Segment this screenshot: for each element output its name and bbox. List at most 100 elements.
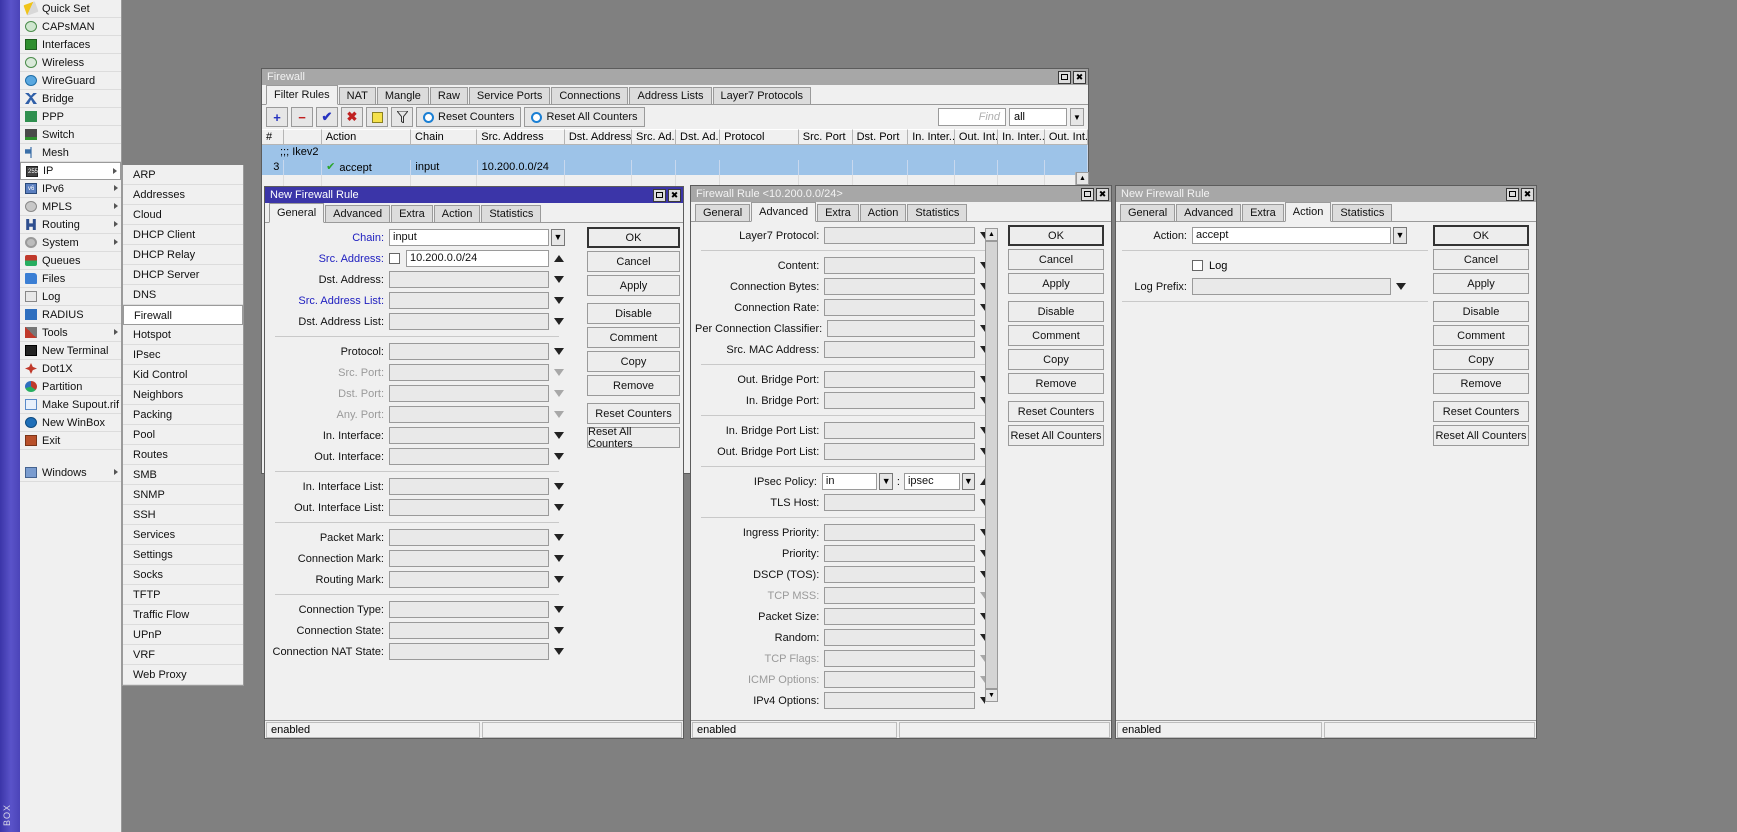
submenu-item-snmp[interactable]: SNMP: [123, 485, 243, 505]
submenu-item-socks[interactable]: Socks: [123, 565, 243, 585]
dialog2-tab-action[interactable]: Action: [859, 204, 907, 221]
field-input-connection-type[interactable]: [389, 601, 549, 618]
submenu-item-dns[interactable]: DNS: [123, 285, 243, 305]
column-header[interactable]: Protocol: [720, 129, 799, 145]
dialog3-disable-button[interactable]: Disable: [1433, 301, 1529, 322]
field-input-connection-bytes[interactable]: [824, 278, 975, 295]
dialog1-tab-extra[interactable]: Extra: [391, 205, 433, 222]
dialog3-apply-button[interactable]: Apply: [1433, 273, 1529, 294]
field-input-src-address-list[interactable]: [389, 292, 549, 309]
dialog2-form-scrollbar[interactable]: ▲ ▼: [985, 228, 998, 704]
reset-all-counters-button[interactable]: Reset All Counters: [524, 107, 645, 127]
dialog2-remove-button[interactable]: Remove: [1008, 373, 1104, 394]
table-row[interactable]: ;;; Ikev2: [262, 145, 1088, 160]
field-input-dst-port[interactable]: [389, 385, 549, 402]
dialog2-comment-button[interactable]: Comment: [1008, 325, 1104, 346]
field-input-ipv4-options[interactable]: [824, 692, 975, 709]
field-input-dscp-tos[interactable]: [824, 566, 975, 583]
submenu-item-kid-control[interactable]: Kid Control: [123, 365, 243, 385]
field-input-connection-nat-state[interactable]: [389, 643, 549, 660]
dialog3-tab-general[interactable]: General: [1120, 204, 1176, 221]
dialog1-reset-all-counters-button[interactable]: Reset All Counters: [587, 426, 680, 450]
menu-item-partition[interactable]: Partition: [20, 378, 121, 396]
dialog3-comment-button[interactable]: Comment: [1433, 325, 1529, 346]
tab-service-ports[interactable]: Service Ports: [468, 87, 551, 104]
tab-raw[interactable]: Raw: [429, 87, 468, 104]
chevron-down-icon[interactable]: [554, 606, 564, 613]
menu-item-make-supout-rif[interactable]: Make Supout.rif: [20, 396, 121, 414]
maximize-button[interactable]: [1506, 187, 1519, 201]
menu-item-capsman[interactable]: CAPsMAN: [20, 18, 121, 36]
dropdown-button-policy[interactable]: ▼: [961, 473, 975, 490]
dialog3-remove-button[interactable]: Remove: [1433, 373, 1529, 394]
menu-item-new-winbox[interactable]: New WinBox: [20, 414, 121, 432]
dropdown-button[interactable]: ▼: [551, 229, 565, 246]
field-input-ipsec-policy-policy[interactable]: ipsec: [903, 473, 960, 490]
field-input-chain[interactable]: input: [389, 229, 549, 246]
field-input-in-bridge-port[interactable]: [824, 392, 975, 409]
close-button[interactable]: ✖: [1073, 70, 1086, 84]
submenu-item-pool[interactable]: Pool: [123, 425, 243, 445]
dialog1-disable-button[interactable]: Disable: [587, 303, 680, 324]
submenu-item-addresses[interactable]: Addresses: [123, 185, 243, 205]
table-row[interactable]: 3 ✔ accept input 10.200.0.0/24: [262, 160, 1089, 175]
chevron-down-icon[interactable]: [554, 318, 564, 325]
submenu-item-dhcp-relay[interactable]: DHCP Relay: [123, 245, 243, 265]
menu-item-bridge[interactable]: Bridge: [20, 90, 121, 108]
field-input-tcp-flags[interactable]: [824, 650, 975, 667]
action-select[interactable]: accept: [1192, 227, 1391, 244]
field-input-connection-rate[interactable]: [824, 299, 975, 316]
menu-item-dot1x[interactable]: Dot1X: [20, 360, 121, 378]
submenu-item-tftp[interactable]: TFTP: [123, 585, 243, 605]
dialog1-cancel-button[interactable]: Cancel: [587, 251, 680, 272]
dialog1-titlebar[interactable]: New Firewall Rule ✖: [265, 187, 683, 203]
dialog1-remove-button[interactable]: Remove: [587, 375, 680, 396]
filter-icon[interactable]: [391, 107, 413, 127]
column-header[interactable]: Action: [321, 129, 412, 145]
tab-connections[interactable]: Connections: [551, 87, 629, 104]
submenu-item-neighbors[interactable]: Neighbors: [123, 385, 243, 405]
column-header[interactable]: Dst. Port: [852, 129, 909, 145]
menu-item-windows[interactable]: Windows: [20, 464, 121, 482]
dialog1-tab-advanced[interactable]: Advanced: [325, 205, 391, 222]
menu-item-queues[interactable]: Queues: [20, 252, 121, 270]
dialog3-titlebar[interactable]: New Firewall Rule ✖: [1116, 186, 1536, 202]
dialog3-tab-action[interactable]: Action: [1284, 202, 1332, 222]
dialog3-ok-button[interactable]: OK: [1433, 225, 1529, 246]
disable-rule-button[interactable]: ✖: [341, 107, 363, 127]
dialog1-ok-button[interactable]: OK: [587, 227, 680, 248]
dialog1-reset-counters-button[interactable]: Reset Counters: [587, 403, 680, 424]
firewall-titlebar[interactable]: Firewall ✖: [262, 69, 1088, 85]
dialog2-tab-advanced[interactable]: Advanced: [751, 202, 817, 222]
dialog2-apply-button[interactable]: Apply: [1008, 273, 1104, 294]
submenu-item-dhcp-server[interactable]: DHCP Server: [123, 265, 243, 285]
submenu-item-packing[interactable]: Packing: [123, 405, 243, 425]
chevron-down-icon[interactable]: [554, 648, 564, 655]
dialog1-tab-statistics[interactable]: Statistics: [481, 205, 542, 222]
menu-item-files[interactable]: Files: [20, 270, 121, 288]
field-input-out-interface[interactable]: [389, 448, 549, 465]
chevron-down-icon[interactable]: [554, 627, 564, 634]
menu-item-wireguard[interactable]: WireGuard: [20, 72, 121, 90]
menu-item-interfaces[interactable]: Interfaces: [20, 36, 121, 54]
dialog2-copy-button[interactable]: Copy: [1008, 349, 1104, 370]
dialog2-tab-extra[interactable]: Extra: [817, 204, 859, 221]
dialog1-copy-button[interactable]: Copy: [587, 351, 680, 372]
submenu-item-cloud[interactable]: Cloud: [123, 205, 243, 225]
dialog2-reset-counters-button[interactable]: Reset Counters: [1008, 401, 1104, 422]
log-prefix-input[interactable]: [1192, 278, 1391, 295]
chevron-down-icon[interactable]: [554, 297, 564, 304]
tab-filter-rules[interactable]: Filter Rules: [266, 85, 338, 105]
comment-icon[interactable]: [366, 107, 388, 127]
enable-rule-button[interactable]: ✔: [316, 107, 338, 127]
dialog2-tab-general[interactable]: General: [695, 204, 751, 221]
field-input-in-interface[interactable]: [389, 427, 549, 444]
dialog2-disable-button[interactable]: Disable: [1008, 301, 1104, 322]
dialog2-ok-button[interactable]: OK: [1008, 225, 1104, 246]
filter-select[interactable]: all: [1009, 108, 1067, 126]
menu-item-ppp[interactable]: PPP: [20, 108, 121, 126]
menu-item-mpls[interactable]: MPLS: [20, 198, 121, 216]
dialog3-copy-button[interactable]: Copy: [1433, 349, 1529, 370]
field-input-in-bridge-port-list[interactable]: [824, 422, 975, 439]
field-input-any-port[interactable]: [389, 406, 549, 423]
